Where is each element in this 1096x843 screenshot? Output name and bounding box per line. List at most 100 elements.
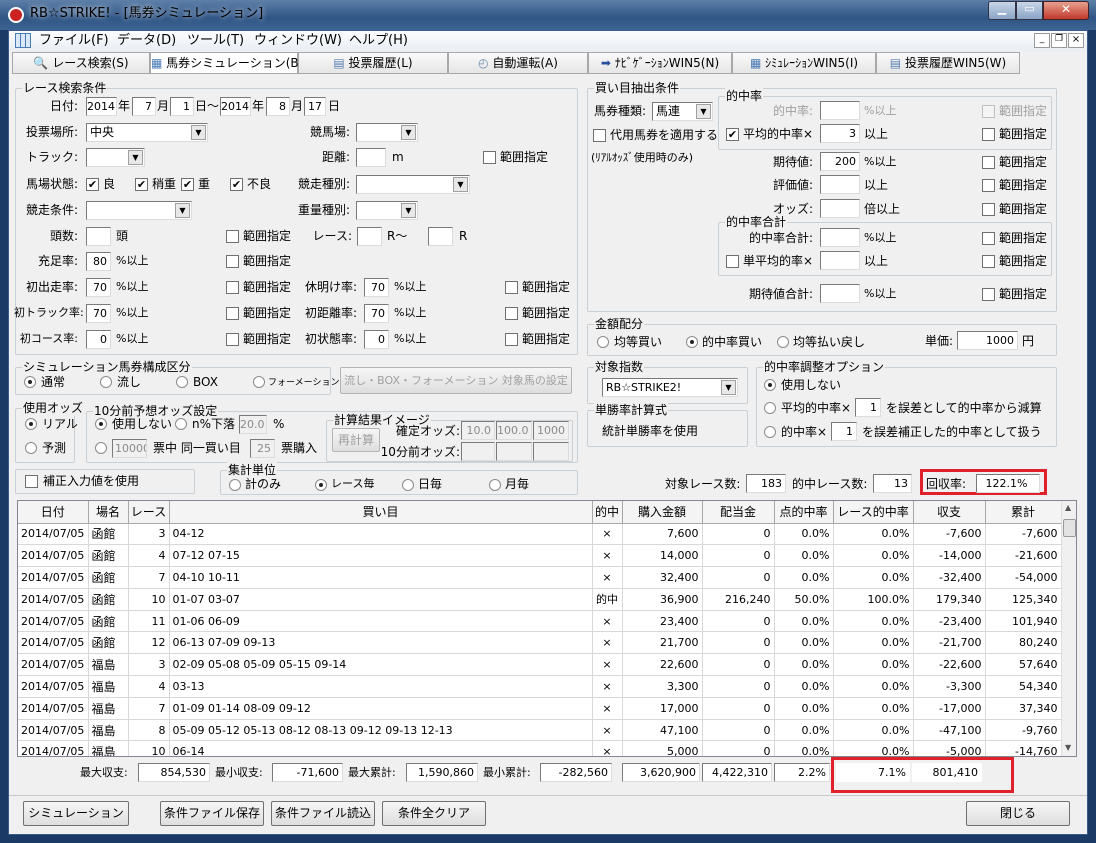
table-row[interactable]: 2014/07/05 福島 3 02-09 05-08 05-09 05-15 09-…: [18, 653, 1062, 677]
column-header[interactable]: 累計: [985, 501, 1062, 524]
pre-odds-input-1[interactable]: [461, 442, 495, 461]
column-header[interactable]: 配当金: [702, 501, 775, 524]
table-row[interactable]: 2014/07/05 函館 4 07-12 07-15 × 14,000 0 0.0% 0.0%…: [18, 544, 1062, 568]
column-header[interactable]: 点的中率: [774, 501, 834, 524]
avg-hit-rate-input[interactable]: 3: [820, 124, 860, 143]
menu-file[interactable]: ファイル(F): [39, 33, 109, 49]
substitute-ticket-checkbox[interactable]: [593, 129, 606, 142]
vote-count-input[interactable]: 10000: [112, 439, 147, 458]
ticket-kind-select[interactable]: 馬連 ▼: [652, 102, 713, 121]
weight-type-select[interactable]: ▼: [356, 201, 418, 220]
first-course-input[interactable]: 0: [86, 330, 111, 349]
hit-rate-input[interactable]: [820, 101, 860, 120]
tab-race-search[interactable]: 🔍 レース検索(S): [12, 52, 150, 74]
simulation-button[interactable]: シミュレーション: [23, 801, 129, 826]
scroll-down-arrow-icon[interactable]: ▼: [1065, 743, 1071, 752]
ground-heavy-checkbox[interactable]: ✔: [181, 178, 194, 191]
heads-range-checkbox[interactable]: [226, 230, 239, 243]
mdi-restore-button[interactable]: ❐: [1051, 33, 1067, 48]
agg-day-radio[interactable]: [402, 479, 414, 491]
scroll-up-arrow-icon[interactable]: ▲: [1065, 503, 1071, 512]
load-conditions-button[interactable]: 条件ファイル読込: [271, 801, 375, 826]
clear-conditions-button[interactable]: 条件全クリア: [382, 801, 486, 826]
end-day-input[interactable]: 17: [304, 97, 326, 116]
sim-box-radio[interactable]: [176, 376, 188, 388]
odds-range-checkbox[interactable]: [982, 203, 995, 216]
first-track-range-checkbox[interactable]: [226, 307, 239, 320]
first-run-input[interactable]: 70: [86, 278, 111, 297]
expected-value-input[interactable]: 200: [820, 152, 860, 171]
first-course-range-checkbox[interactable]: [226, 333, 239, 346]
scrollbar-thumb[interactable]: [1063, 519, 1076, 537]
mdi-close-button[interactable]: ×: [1068, 33, 1084, 48]
hit-rate-range-checkbox[interactable]: [982, 105, 995, 118]
close-form-button[interactable]: 閉じる: [966, 801, 1070, 826]
table-row[interactable]: 2014/07/05 福島 10 06-14 × 5,000 0 0.0% 0.0% -5,000…: [18, 740, 1062, 756]
money-hit-rate-radio[interactable]: [686, 336, 698, 348]
tab-simulation-win5[interactable]: ▦ ｼﾐｭﾚｰｼｮﾝWIN5(I): [732, 52, 876, 74]
fixed-odds-input-3[interactable]: 1000: [533, 421, 569, 440]
odds-real-radio[interactable]: [25, 418, 37, 430]
tab-auto-run[interactable]: ◴ 自動運転(A): [448, 52, 588, 74]
table-row[interactable]: 2014/07/05 福島 8 05-09 05-12 05-13 08-12 08-…: [18, 719, 1062, 742]
close-button[interactable]: ✕: [1043, 1, 1089, 20]
first-state-input[interactable]: 0: [364, 330, 389, 349]
buy-count-input[interactable]: 25: [250, 439, 275, 458]
column-header[interactable]: 場名: [88, 501, 129, 524]
target-horse-setup-button[interactable]: 流し・BOX・フォーメーション 対象馬の設定: [340, 367, 572, 394]
ground-slightly-heavy-checkbox[interactable]: ✔: [135, 178, 148, 191]
money-equal-payout-radio[interactable]: [777, 336, 789, 348]
hit-sum-range-checkbox[interactable]: [982, 232, 995, 245]
menu-help[interactable]: ヘルプ(H): [349, 33, 408, 49]
rest-range-checkbox[interactable]: [505, 281, 518, 294]
course-select[interactable]: ▼: [356, 123, 418, 142]
column-header[interactable]: レース: [128, 501, 170, 524]
agg-month-radio[interactable]: [489, 479, 501, 491]
mdi-minimize-button[interactable]: _: [1034, 33, 1050, 48]
table-row[interactable]: 2014/07/05 福島 4 03-13 × 3,300 0 0.0% 0.0% -3,300 5…: [18, 675, 1062, 698]
tab-vote-history[interactable]: ▤ 投票履歴(L): [298, 52, 448, 74]
avg-hit-range-checkbox[interactable]: [982, 128, 995, 141]
first-run-range-checkbox[interactable]: [226, 281, 239, 294]
column-header[interactable]: 買い目: [169, 501, 593, 524]
money-equal-buy-radio[interactable]: [597, 336, 609, 348]
unit-price-input[interactable]: 1000: [957, 331, 1018, 350]
pre10-none-radio[interactable]: [95, 418, 107, 430]
ev-sum-input[interactable]: [820, 284, 860, 303]
tab-vote-history-win5[interactable]: ▤ 投票履歴WIN5(W): [876, 52, 1020, 74]
single-avg-input[interactable]: [820, 251, 860, 270]
sim-formation-radio[interactable]: [253, 376, 265, 388]
column-header[interactable]: レース的中率: [833, 501, 914, 524]
tab-simulation[interactable]: ▦ 馬券シミュレーション(B): [150, 52, 303, 74]
end-year-input[interactable]: 2014: [220, 97, 251, 116]
race-from-input[interactable]: [357, 227, 382, 246]
menu-tools[interactable]: ツール(T): [187, 33, 244, 49]
target-index-select[interactable]: RB☆STRIKE2! ▼: [602, 378, 738, 397]
table-row[interactable]: 2014/07/05 函館 11 01-06 06-09 × 23,400 0 0.0% 0.0…: [18, 610, 1062, 633]
table-row[interactable]: 2014/07/05 函館 3 04-12 × 7,600 0 0.0% 0.0% -7,600-…: [18, 523, 1062, 546]
column-header[interactable]: 収支: [913, 501, 986, 524]
adjust-subtract-radio[interactable]: [764, 402, 776, 414]
ev-range-checkbox[interactable]: [982, 156, 995, 169]
ev-sum-range-checkbox[interactable]: [982, 288, 995, 301]
single-avg-checkbox[interactable]: [726, 255, 739, 268]
distance-input[interactable]: [356, 148, 386, 167]
column-header[interactable]: 的中: [592, 501, 623, 524]
hit-sum-input[interactable]: [820, 228, 860, 247]
first-state-range-checkbox[interactable]: [505, 333, 518, 346]
correction-checkbox[interactable]: [25, 475, 38, 488]
ground-good-checkbox[interactable]: ✔: [86, 178, 99, 191]
heads-input[interactable]: [86, 227, 111, 246]
fixed-odds-input-1[interactable]: 10.0: [461, 421, 495, 440]
odds-predict-radio[interactable]: [25, 442, 37, 454]
ground-bad-checkbox[interactable]: ✔: [230, 178, 243, 191]
first-distance-input[interactable]: 70: [364, 304, 389, 323]
end-month-input[interactable]: 8: [266, 97, 290, 116]
tab-navigation-win5[interactable]: ➡ ﾅﾋﾞｹﾞｰｼｮﾝWIN5(N): [588, 52, 732, 74]
pre10-drop-radio[interactable]: [175, 418, 187, 430]
fill-range-checkbox[interactable]: [226, 255, 239, 268]
fixed-odds-input-2[interactable]: 100.0: [496, 421, 532, 440]
score-input[interactable]: [820, 175, 860, 194]
sim-nagashi-radio[interactable]: [100, 376, 112, 388]
agg-race-radio[interactable]: [315, 479, 327, 491]
